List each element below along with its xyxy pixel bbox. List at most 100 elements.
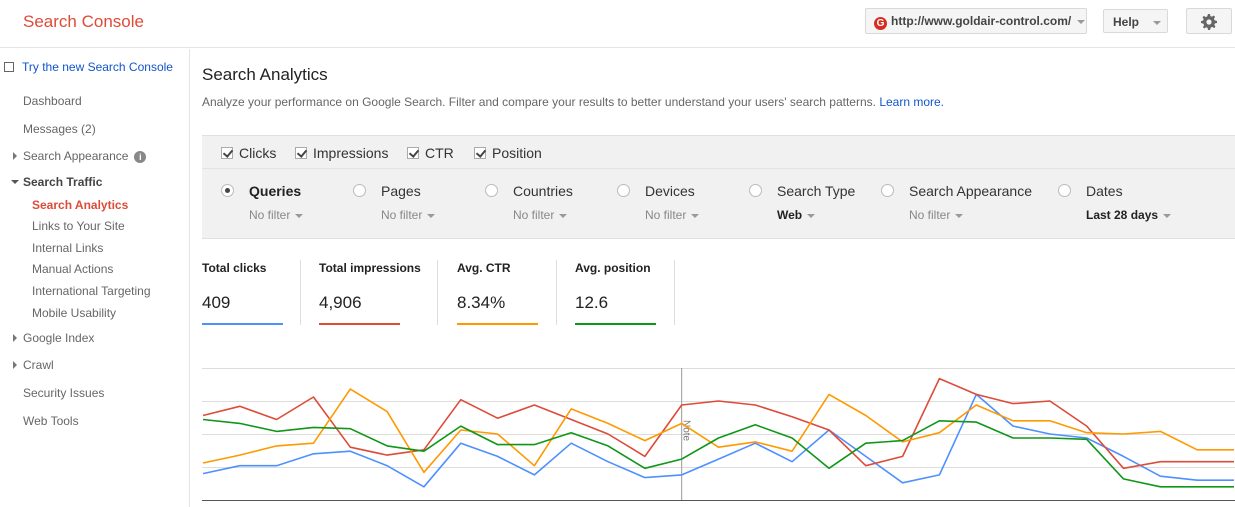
radio-unselected[interactable]	[1058, 184, 1071, 197]
sidebar-item-messages[interactable]: Messages (2)	[23, 122, 96, 136]
checkbox-label: CTR	[425, 145, 454, 161]
info-icon[interactable]: i	[134, 151, 147, 163]
page-description: Analyze your performance on Google Searc…	[202, 95, 944, 109]
position-checkbox[interactable]: Position	[474, 145, 542, 161]
try-new-console-link[interactable]: Try the new Search Console	[4, 60, 173, 74]
dimension-filter-dropdown[interactable]: Last 28 days	[1086, 208, 1172, 222]
radio-unselected[interactable]	[749, 184, 762, 197]
top-bar: Search Console Ghttp://www.goldair-contr…	[0, 0, 1235, 48]
external-link-icon	[4, 62, 14, 72]
dimension-filter-dropdown[interactable]: No filter	[645, 208, 700, 222]
settings-button[interactable]	[1186, 8, 1232, 34]
chevron-down-icon	[955, 213, 964, 218]
chevron-down-icon	[1077, 19, 1086, 24]
chevron-down-icon	[807, 213, 816, 218]
kpi-color-bar	[202, 323, 283, 325]
kpi-label: Total impressions	[319, 261, 421, 275]
sidebar-item-search-appearance[interactable]: Search Appearance i	[13, 149, 147, 163]
sidebar-item-web-tools[interactable]: Web Tools	[23, 414, 79, 428]
dimension-label: Search Type	[777, 183, 856, 199]
chevron-down-icon	[1153, 20, 1162, 25]
sidebar-item-google-index[interactable]: Google Index	[13, 331, 95, 345]
gear-icon	[1201, 14, 1217, 30]
dimension-filter-dropdown[interactable]: No filter	[513, 208, 568, 222]
impressions-checkbox[interactable]: Impressions	[295, 145, 388, 161]
sidebar-item-manual-actions[interactable]: Manual Actions	[32, 262, 113, 276]
learn-more-link[interactable]: Learn more.	[879, 95, 944, 109]
collapse-arrow-icon	[11, 180, 19, 184]
site-selector[interactable]: Ghttp://www.goldair-control.com/	[865, 8, 1087, 34]
page-title: Search Analytics	[202, 65, 328, 84]
metric-checkbox-row: Clicks Impressions CTR Position	[202, 136, 1235, 169]
dimension-filter-dropdown[interactable]: Web	[777, 208, 816, 222]
kpi-color-bar	[319, 323, 400, 325]
sidebar-item-links-to-your-site[interactable]: Links to Your Site	[32, 219, 125, 233]
app-logo[interactable]: Search Console	[23, 12, 144, 32]
radio-unselected[interactable]	[485, 184, 498, 197]
filter-value: No filter	[909, 208, 951, 222]
filter-value: No filter	[645, 208, 687, 222]
kpi-divider	[674, 260, 675, 325]
dimension-label: Queries	[249, 183, 302, 199]
dimension-filter-dropdown[interactable]: No filter	[249, 208, 304, 222]
kpi-color-bar	[457, 323, 538, 325]
kpi-value: 4,906	[319, 293, 362, 312]
sidebar-item-security-issues[interactable]: Security Issues	[23, 386, 104, 400]
checkbox-checked-icon	[295, 147, 307, 159]
chevron-down-icon	[295, 213, 304, 218]
dimension-label: Devices	[645, 183, 695, 199]
dimension-filter-dropdown[interactable]: No filter	[381, 208, 436, 222]
sidebar-item-label: Google Index	[23, 331, 95, 345]
sidebar: Try the new Search Console Dashboard Mes…	[0, 49, 190, 507]
ctr-checkbox[interactable]: CTR	[407, 145, 454, 161]
checkbox-label: Position	[492, 145, 542, 161]
description-text: Analyze your performance on Google Searc…	[202, 95, 876, 109]
checkbox-label: Clicks	[239, 145, 277, 161]
kpi-label: Avg. CTR	[457, 261, 511, 275]
sidebar-item-mobile-usability[interactable]: Mobile Usability	[32, 306, 116, 320]
radio-unselected[interactable]	[617, 184, 630, 197]
performance-line-chart[interactable]: Note	[202, 360, 1235, 507]
chevron-down-icon	[691, 213, 700, 218]
kpi-divider	[556, 260, 557, 325]
checkbox-checked-icon	[474, 147, 486, 159]
kpi-value: 8.34%	[457, 293, 506, 312]
expand-arrow-icon	[13, 152, 17, 160]
radio-unselected[interactable]	[881, 184, 894, 197]
sidebar-item-search-analytics[interactable]: Search Analytics	[32, 198, 128, 212]
dimension-filter-dropdown[interactable]: No filter	[909, 208, 964, 222]
google-site-icon: G	[874, 17, 887, 30]
filter-panel: Clicks Impressions CTR Position Queries …	[202, 135, 1235, 239]
filter-value: No filter	[381, 208, 423, 222]
kpi-color-bar	[575, 323, 656, 325]
kpi-label: Total clicks	[202, 261, 267, 275]
chevron-down-icon	[427, 213, 436, 218]
sidebar-item-international-targeting[interactable]: International Targeting	[32, 284, 151, 298]
sidebar-item-crawl[interactable]: Crawl	[13, 358, 54, 372]
checkbox-label: Impressions	[313, 145, 389, 161]
checkbox-checked-icon	[407, 147, 419, 159]
help-button[interactable]: Help	[1103, 9, 1168, 33]
kpi-divider	[437, 260, 438, 325]
dimension-label: Pages	[381, 183, 421, 199]
radio-unselected[interactable]	[353, 184, 366, 197]
chevron-down-icon	[1163, 213, 1172, 218]
kpi-value: 409	[202, 293, 231, 312]
dimension-label: Dates	[1086, 183, 1123, 199]
radio-selected[interactable]	[221, 184, 234, 197]
sidebar-item-search-traffic[interactable]: Search Traffic	[11, 175, 103, 189]
sidebar-item-label: Search Appearance	[23, 149, 129, 163]
sidebar-item-label: Crawl	[23, 358, 54, 372]
filter-value: No filter	[513, 208, 555, 222]
sidebar-item-dashboard[interactable]: Dashboard	[23, 94, 82, 108]
clicks-checkbox[interactable]: Clicks	[221, 145, 276, 161]
sidebar-item-internal-links[interactable]: Internal Links	[32, 241, 103, 255]
chart-series-line-0[interactable]	[202, 393, 1234, 488]
try-new-console-label: Try the new Search Console	[22, 60, 173, 74]
filter-value: Last 28 days	[1086, 208, 1159, 222]
filter-value: Web	[777, 208, 803, 222]
sidebar-item-label: Search Traffic	[23, 175, 103, 189]
expand-arrow-icon	[13, 334, 17, 342]
expand-arrow-icon	[13, 361, 17, 369]
dimension-label: Countries	[513, 183, 573, 199]
